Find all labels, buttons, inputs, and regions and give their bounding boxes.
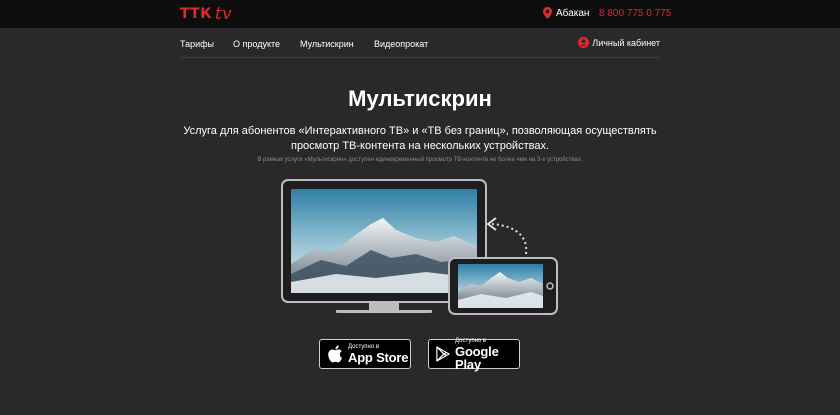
google-play-button[interactable]: Доступно в Google Play bbox=[428, 338, 520, 371]
cabinet-label: Личный кабинет bbox=[592, 37, 660, 48]
app-store-text: Доступно в App Store bbox=[348, 344, 409, 365]
service-note: В рамках услуги «Мультискрин» доступен е… bbox=[257, 157, 583, 163]
google-play-icon bbox=[436, 346, 450, 362]
city-selector[interactable]: Абакан bbox=[543, 7, 589, 19]
nav-item-video-rental[interactable]: Видеопрокат bbox=[374, 39, 428, 49]
google-play-small-label: Доступно в bbox=[455, 337, 487, 344]
page-subtitle: Услуга для абонентов «Интерактивного ТВ»… bbox=[183, 125, 657, 152]
logo-suffix: tv bbox=[215, 4, 232, 24]
city-label: Абакан bbox=[556, 7, 590, 19]
user-icon bbox=[578, 37, 590, 48]
phone-icon bbox=[448, 257, 558, 315]
sync-arrow-icon bbox=[486, 217, 528, 255]
logo-text: ТТК bbox=[180, 6, 213, 22]
devices-illustration bbox=[281, 179, 558, 315]
top-bar: ТТК tv Абакан 8 800 775 0 775 bbox=[0, 0, 840, 28]
personal-account-link[interactable]: Личный кабинет bbox=[578, 37, 660, 48]
nav-item-multiscreen[interactable]: Мультискрин bbox=[300, 39, 354, 49]
google-play-text: Доступно в Google Play bbox=[455, 338, 519, 371]
nav-item-tariffs[interactable]: Тарифы bbox=[180, 39, 214, 49]
nav-item-about[interactable]: О продукте bbox=[233, 39, 280, 49]
page-title: Мультискрин bbox=[348, 86, 492, 111]
ttk-tv-logo[interactable]: ТТК tv bbox=[180, 3, 231, 25]
phone-number[interactable]: 8 800 775 0 775 bbox=[599, 8, 671, 19]
location-pin-icon bbox=[543, 7, 552, 19]
app-store-label: App Store bbox=[348, 350, 409, 365]
google-play-label: Google Play bbox=[455, 343, 499, 372]
main-nav: Тарифы О продукте Мультискрин Видеопрока… bbox=[180, 28, 660, 58]
apple-icon bbox=[328, 345, 343, 363]
app-store-button[interactable]: Доступно в App Store bbox=[319, 339, 411, 369]
